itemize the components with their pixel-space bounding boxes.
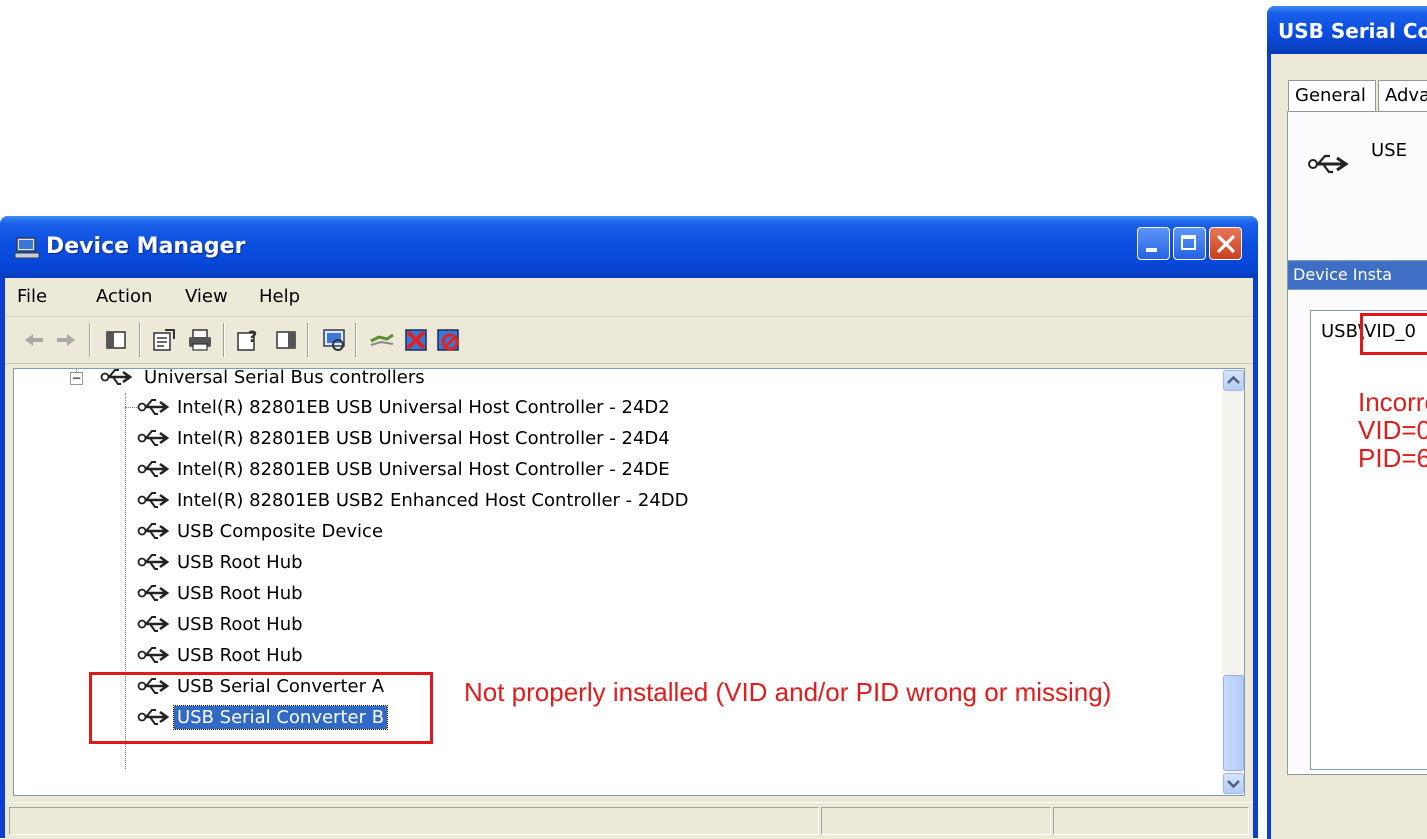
menu-action[interactable]: Action	[96, 286, 152, 307]
toolbar-separator	[307, 323, 309, 357]
menu-file[interactable]: File	[17, 286, 47, 307]
property-dropdown-value: Device Insta	[1293, 265, 1393, 284]
properties-body: General Adva USE Device Insta USB\VID_0 …	[1271, 54, 1427, 839]
tree-item-label: USB Composite Device	[177, 521, 384, 542]
tree-item-label: Intel(R) 82801EB USB2 Enhanced Host Cont…	[177, 490, 689, 511]
tree-item-label: Intel(R) 82801EB USB Universal Host Cont…	[177, 397, 670, 418]
device-tree[interactable]: − Universal Serial Bus controllers Intel…	[13, 368, 1245, 796]
menu-help[interactable]: Help	[259, 286, 300, 307]
status-cell	[1053, 807, 1249, 835]
maximize-button[interactable]	[1173, 227, 1206, 260]
usb-icon	[137, 616, 170, 632]
usb-icon	[137, 430, 170, 446]
annotation-box	[89, 672, 433, 744]
close-button[interactable]	[1209, 227, 1242, 260]
annotation-line: Incorre	[1358, 387, 1427, 417]
help-icon[interactable]: ?	[235, 327, 261, 353]
tree-item-label: USB Root Hub	[177, 583, 303, 604]
menu-bar: File Action View Help	[5, 278, 1253, 317]
annotation-line: PID=6	[1358, 443, 1427, 473]
usb-icon	[1308, 154, 1349, 174]
tab-general[interactable]: General	[1288, 80, 1376, 112]
properties-icon[interactable]	[151, 327, 177, 353]
show-pane-icon[interactable]	[273, 327, 299, 353]
device-name: USE	[1371, 140, 1407, 161]
scroll-down-button[interactable]	[1223, 773, 1244, 794]
properties-window-title: USB Serial Co	[1278, 19, 1427, 43]
property-value-list[interactable]: USB\VID_0 Incorre VID=0 PID=6	[1310, 310, 1427, 770]
status-cell	[9, 807, 819, 835]
scroll-up-button[interactable]	[1223, 370, 1244, 391]
minimize-button[interactable]	[1137, 227, 1170, 260]
toolbar-separator	[139, 323, 141, 357]
chevron-up-icon	[1227, 375, 1240, 384]
close-icon	[1217, 235, 1235, 253]
computer-icon	[14, 237, 40, 259]
property-dropdown[interactable]: Device Insta	[1287, 260, 1427, 290]
usb-icon	[137, 647, 170, 663]
window-title: Device Manager	[46, 234, 246, 259]
tree-item-label: USB Root Hub	[177, 614, 303, 635]
device-manager-window: Device Manager File Action View Help ? −…	[0, 216, 1258, 839]
toolbar-separator	[223, 323, 225, 357]
details-panel: USE Device Insta USB\VID_0 Incorre VID=0…	[1287, 111, 1427, 775]
properties-window: USB Serial Co General Adva USE Device In…	[1267, 6, 1427, 839]
tab-advanced[interactable]: Adva	[1378, 80, 1427, 112]
tree-item-label: Intel(R) 82801EB USB Universal Host Cont…	[177, 459, 670, 480]
print-icon[interactable]	[187, 327, 213, 353]
annotation-text: Not properly installed (VID and/or PID w…	[464, 677, 1112, 707]
disable-icon[interactable]	[435, 327, 461, 353]
forward-arrow-icon[interactable]	[53, 327, 79, 353]
usb-icon	[137, 523, 170, 539]
usb-icon	[137, 585, 170, 601]
tree-item-label: USB Root Hub	[177, 552, 303, 573]
uninstall-icon[interactable]	[403, 327, 429, 353]
annotation-line: VID=0	[1358, 415, 1427, 445]
usb-icon	[137, 399, 170, 415]
status-bar	[5, 802, 1253, 839]
collapse-toggle[interactable]: −	[70, 372, 83, 385]
usb-icon	[137, 492, 170, 508]
tree-node-label: Universal Serial Bus controllers	[144, 368, 425, 388]
annotation-box	[1360, 313, 1427, 355]
show-hide-tree-icon[interactable]	[103, 327, 129, 353]
status-cell	[821, 807, 1051, 835]
chevron-down-icon	[1227, 780, 1240, 789]
window-body: File Action View Help ? − Universal Seri…	[5, 278, 1253, 839]
svg-text:?: ?	[248, 327, 257, 346]
usb-icon	[137, 554, 170, 570]
usb-icon	[100, 369, 133, 385]
vertical-scrollbar[interactable]	[1222, 369, 1244, 795]
scroll-thumb[interactable]	[1223, 675, 1244, 771]
tree-item-label: Intel(R) 82801EB USB Universal Host Cont…	[177, 428, 670, 449]
toolbar-separator	[355, 323, 357, 357]
tree-item-label: USB Root Hub	[177, 645, 303, 666]
title-bar[interactable]: Device Manager	[0, 216, 1258, 278]
scan-hardware-icon[interactable]	[321, 327, 347, 353]
toolbar-separator	[89, 323, 91, 357]
back-arrow-icon[interactable]	[21, 327, 47, 353]
usb-icon	[137, 461, 170, 477]
update-driver-icon[interactable]	[369, 327, 395, 353]
toolbar: ?	[5, 317, 1253, 364]
properties-title-bar[interactable]: USB Serial Co	[1267, 6, 1427, 54]
menu-view[interactable]: View	[185, 286, 228, 307]
